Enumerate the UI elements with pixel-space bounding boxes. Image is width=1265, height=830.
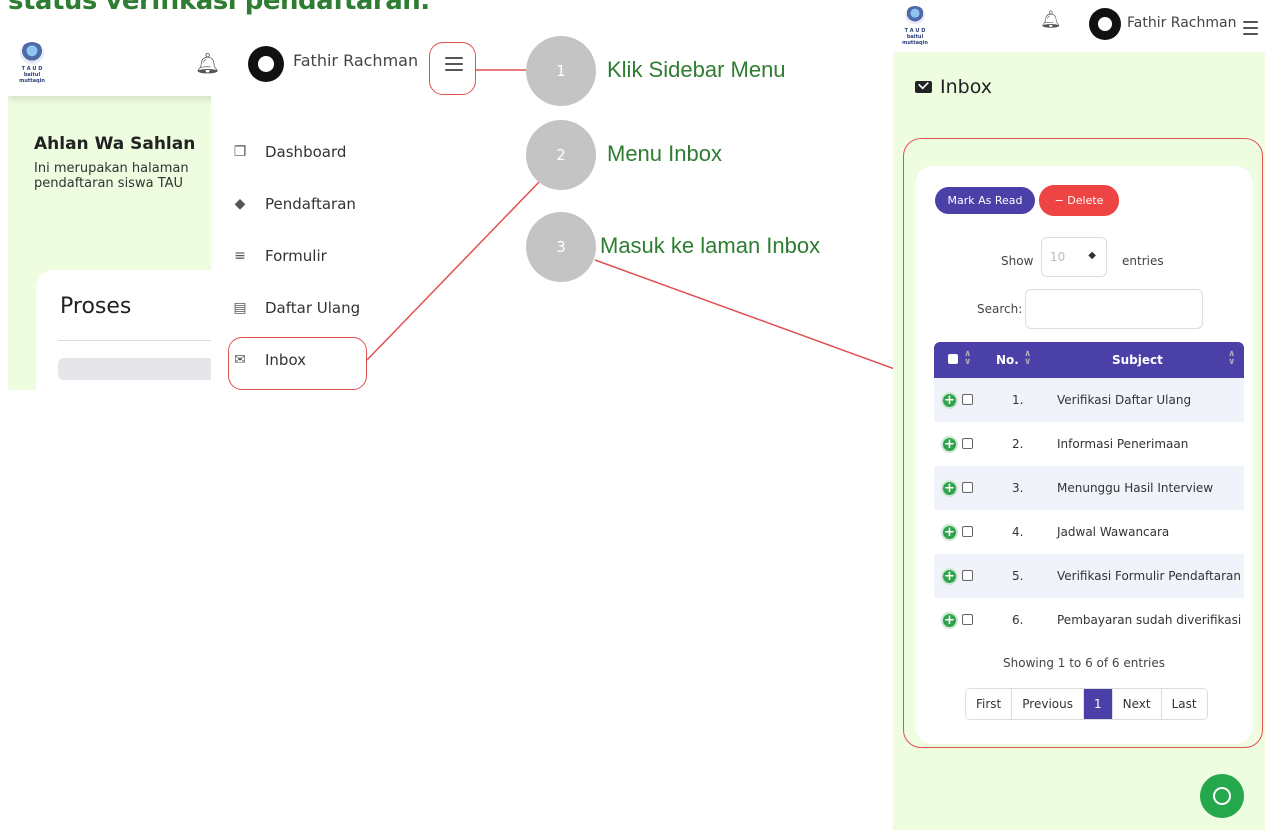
tutorial-page: status verifikasi pendaftaran. T A U Dba…: [0, 0, 1265, 830]
welcome-text: Ini merupakan halaman pendaftaran siswa …: [34, 161, 189, 191]
step-1-label: Klik Sidebar Menu: [607, 57, 786, 82]
school-logo-icon: [20, 42, 44, 64]
bell-icon[interactable]: 🔔︎: [195, 51, 220, 75]
copy-icon: ❐: [233, 144, 247, 160]
highlight-inbox-panel: [903, 138, 1263, 748]
user-name[interactable]: Fathir Rachman: [293, 51, 418, 70]
list-box-icon: ▤: [233, 300, 247, 316]
inbox-title-text: Inbox: [940, 76, 992, 98]
sidebar-item-label: Dashboard: [265, 143, 347, 161]
sidebar-item-label: Pendaftaran: [265, 195, 356, 213]
menu-hamburger-icon[interactable]: [1243, 17, 1258, 39]
step-1-circle: 1: [526, 36, 596, 106]
user-name[interactable]: Fathir Rachman: [1127, 15, 1236, 31]
graduation-cap-icon: ◆: [234, 196, 246, 212]
proses-title: Proses: [60, 294, 132, 319]
sidebar-item-formulir[interactable]: ≡ Formulir: [231, 236, 327, 276]
logo-caption: T A U Dbaitul muttaqin: [902, 28, 928, 46]
highlight-inbox: [228, 337, 367, 390]
school-logo-icon: [905, 6, 925, 24]
sidebar-item-dashboard[interactable]: ❐ Dashboard: [231, 132, 347, 172]
lines-icon: ≡: [234, 248, 246, 264]
step-3-label: Masuk ke laman Inbox: [600, 233, 821, 258]
bell-icon[interactable]: 🔔︎: [1040, 10, 1062, 30]
sidebar-item-label: Formulir: [265, 247, 327, 265]
envelope-icon: [915, 81, 932, 93]
whatsapp-icon[interactable]: [1200, 774, 1244, 818]
sidebar-item-label: Daftar Ulang: [265, 299, 361, 317]
inbox-page-title: Inbox: [915, 76, 992, 98]
sidebar-item-pendaftaran[interactable]: ◆ Pendaftaran: [231, 184, 356, 224]
top-bar: T A U Dbaitul muttaqin 🔔︎ Fathir Rachman: [893, 0, 1265, 52]
page-heading: status verifikasi pendaftaran.: [8, 0, 430, 16]
step-2-circle: 2: [526, 120, 596, 190]
step-2-label: Menu Inbox: [607, 141, 722, 166]
sidebar-item-daftar-ulang[interactable]: ▤ Daftar Ulang: [231, 288, 360, 328]
welcome-title: Ahlan Wa Sahlan: [34, 134, 196, 154]
highlight-hamburger: [429, 42, 476, 95]
step-3-circle: 3: [526, 212, 596, 282]
avatar[interactable]: [1089, 8, 1121, 40]
logo-caption: T A U Dbaitul muttaqin: [19, 66, 45, 84]
top-bar: T A U Dbaitul muttaqin 🔔︎ Fathir Rachman: [8, 32, 479, 96]
avatar[interactable]: [248, 46, 284, 82]
